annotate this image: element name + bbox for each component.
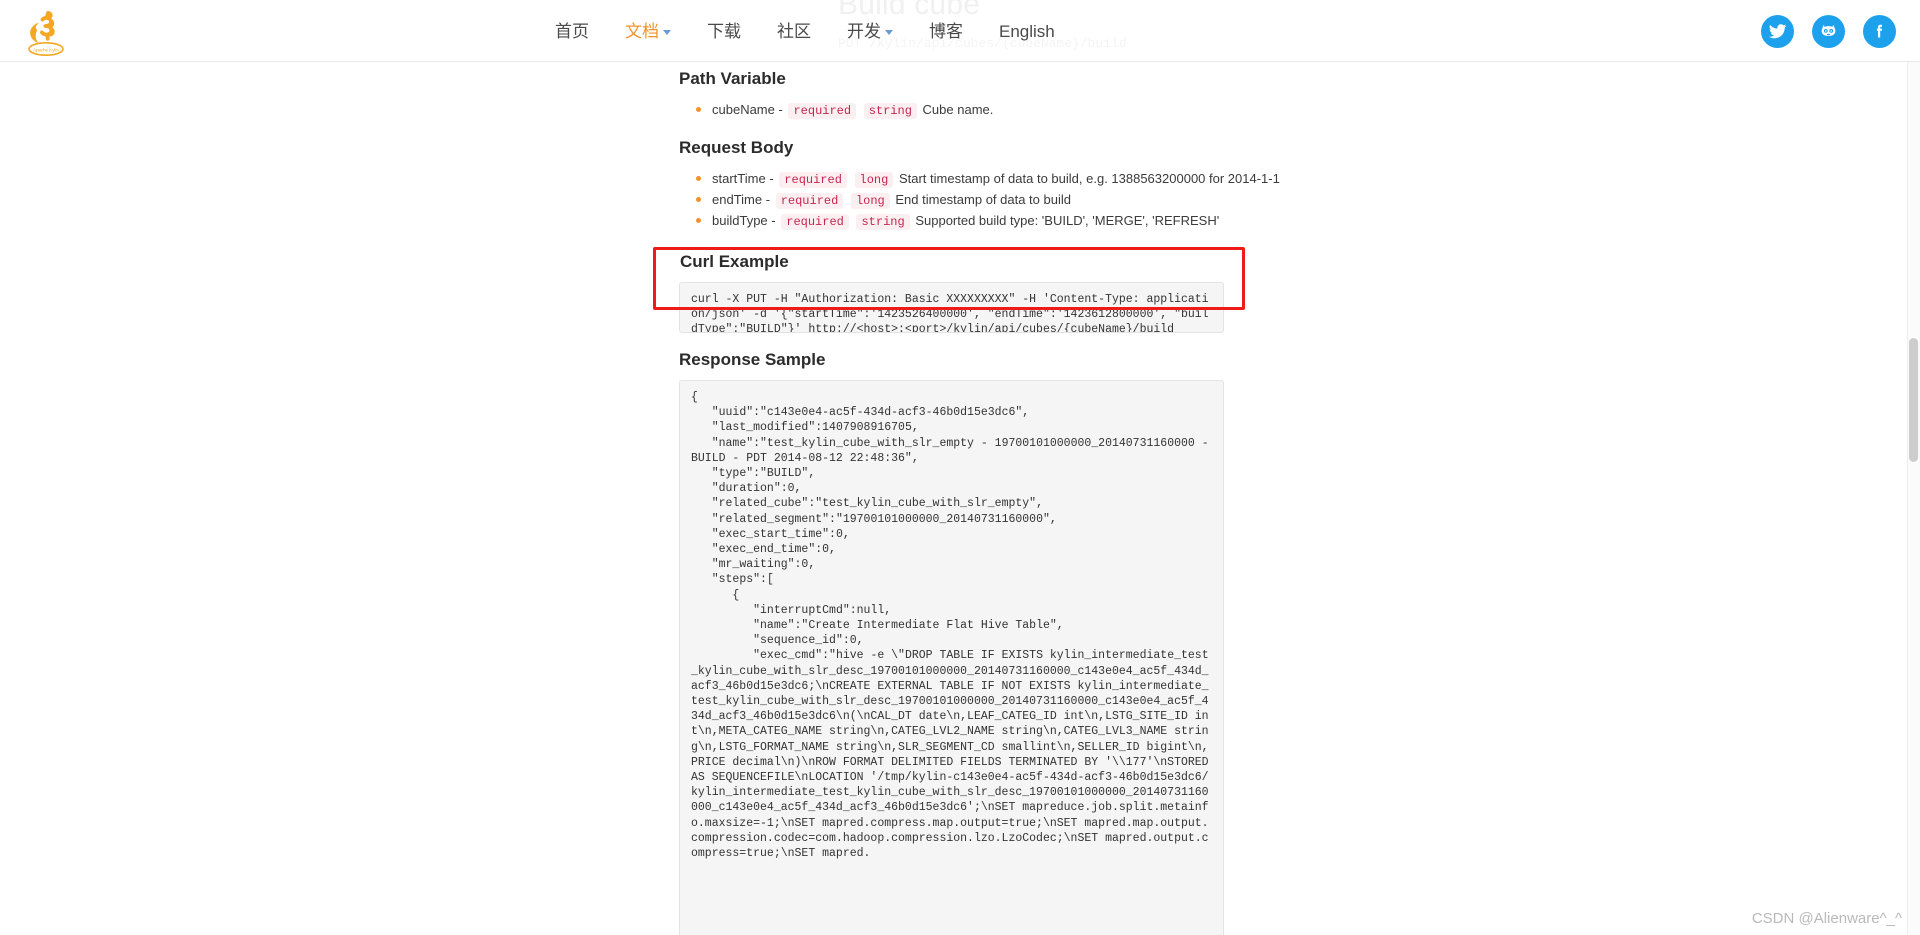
param-type-badge: string [856,214,910,230]
param-description: End timestamp of data to build [895,192,1071,207]
nav-label: 开发 [847,21,881,41]
nav-label: 社区 [777,21,811,41]
github-icon[interactable] [1812,14,1845,48]
curl-example-code[interactable]: curl -X PUT -H "Authorization: Basic XXX… [679,282,1224,333]
param-type-badge: long [850,193,890,209]
nav-label: 文档 [625,21,659,41]
param-required-badge: required [775,193,844,209]
nav-item-blog[interactable]: 博客 [929,23,963,40]
facebook-icon[interactable] [1863,14,1896,48]
twitter-icon[interactable] [1761,14,1794,48]
param-required-badge: required [781,214,849,230]
site-header: Apache Kylin 首页 文档 下载 社区 开发 博客 English [0,0,1920,62]
nav-item-english[interactable]: English [999,23,1055,40]
chevron-down-icon [885,30,893,35]
response-sample-code[interactable]: { "uuid":"c143e0e4-ac5f-434d-acf3-46b0d1… [679,380,1224,935]
page-scrollbar[interactable] [1907,62,1920,935]
param-dash: - [771,213,776,228]
social-links [1761,0,1896,62]
param-name: endTime [712,192,763,207]
list-item: startTime - required long Start timestam… [679,169,1280,190]
param-name: startTime [712,171,766,186]
param-description: Start timestamp of data to build, e.g. 1… [898,171,1280,186]
chevron-down-icon [663,30,671,35]
nav-label: 下载 [707,21,741,41]
param-dash: - [765,192,771,207]
list-item: cubeName - required string Cube name. [679,100,1224,121]
list-item: endTime - required long End timestamp of… [679,190,1224,211]
request-body-heading: Request Body [679,138,794,157]
param-description: Supported build type: 'BUILD', 'MERGE', … [915,213,1220,228]
nav-item-download[interactable]: 下载 [707,23,741,40]
nav-item-home[interactable]: 首页 [555,23,589,40]
main-navigation: 首页 文档 下载 社区 开发 博客 English [555,0,1055,62]
param-type-badge: string [863,103,917,119]
param-dash: - [769,171,774,186]
api-doc-content: Path Variable cubeName - required string… [679,62,1280,935]
nav-label: English [999,21,1055,41]
param-required-badge: required [788,103,857,119]
nav-item-development[interactable]: 开发 [847,23,893,40]
list-item: buildType - required string Supported bu… [679,211,1224,232]
nav-label: 博客 [929,21,963,41]
param-name: cubeName [712,102,775,117]
response-sample-heading: Response Sample [679,350,826,369]
path-variable-list: cubeName - required string Cube name. [679,100,1224,121]
param-description: Cube name. [922,102,994,117]
nav-item-docs[interactable]: 文档 [625,23,671,40]
svg-text:Apache Kylin: Apache Kylin [33,48,59,53]
param-required-badge: required [779,172,847,188]
scrollbar-thumb[interactable] [1909,338,1918,462]
nav-item-community[interactable]: 社区 [777,23,811,40]
page-root: Build cube PUT /kylin/api/cubes/{cubeNam… [0,0,1920,935]
curl-example-heading: Curl Example [680,252,789,271]
apache-kylin-logo[interactable]: Apache Kylin [18,4,74,60]
param-type-badge: long [854,172,894,188]
param-name: buildType [712,213,768,228]
request-body-list: startTime - required long Start timestam… [679,169,1280,232]
watermark-text: CSDN @Alienware^_^ [1751,910,1902,927]
nav-label: 首页 [555,21,589,41]
param-dash: - [778,102,783,117]
path-variable-heading: Path Variable [679,69,786,88]
